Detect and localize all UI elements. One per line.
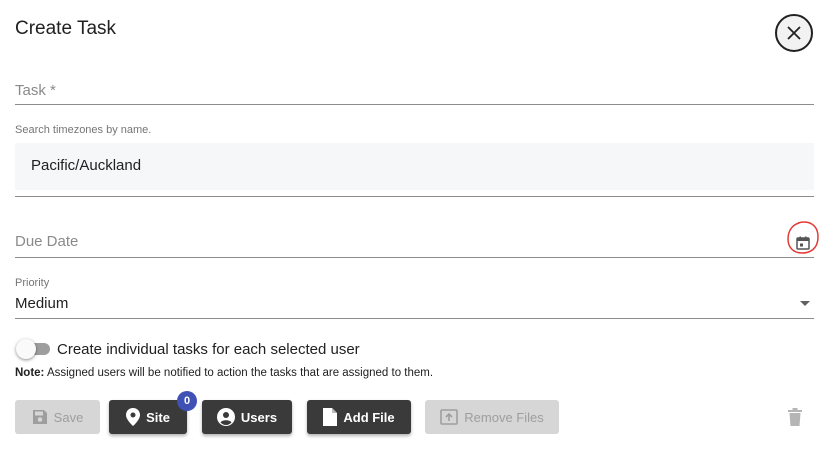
save-label: Save (53, 409, 84, 425)
dialog-title: Create Task (15, 18, 117, 39)
priority-value: Medium (15, 295, 69, 312)
location-pin-icon (126, 408, 141, 426)
delete-button[interactable] (788, 408, 802, 431)
chevron-down-icon (800, 301, 810, 306)
close-button[interactable] (775, 14, 813, 52)
add-file-button[interactable]: Add File (307, 400, 411, 434)
timezone-underline (15, 196, 814, 197)
users-label: Users (240, 409, 278, 425)
remove-files-button[interactable]: Remove Files (425, 400, 559, 434)
file-icon (323, 408, 338, 426)
timezone-value: Pacific/Auckland (31, 157, 142, 174)
user-circle-icon (216, 408, 235, 426)
task-underline (15, 104, 814, 105)
note-body: Assigned users will be notified to actio… (44, 367, 434, 379)
add-file-label: Add File (343, 409, 395, 425)
save-icon (32, 409, 48, 425)
close-icon (787, 26, 801, 40)
individual-tasks-toggle[interactable] (16, 339, 50, 359)
calendar-icon (796, 236, 810, 250)
save-button[interactable]: Save (15, 400, 100, 434)
remove-files-label: Remove Files (464, 409, 544, 425)
site-label: Site (146, 409, 170, 425)
due-date-underline (15, 257, 814, 258)
upload-box-icon (440, 409, 459, 425)
note-prefix: Note: (15, 367, 45, 379)
note-text: Note: Assigned users will be notified to… (15, 367, 433, 379)
trash-icon (788, 408, 802, 426)
timezone-helper-text: Search timezones by name. (15, 124, 152, 136)
users-button[interactable]: Users (202, 400, 292, 434)
toggle-thumb (16, 339, 36, 359)
due-date-label: Due Date (15, 233, 79, 250)
site-button[interactable]: Site (109, 400, 187, 434)
toggle-label: Create individual tasks for each selecte… (57, 341, 360, 358)
timezone-input[interactable]: Pacific/Auckland (15, 143, 814, 190)
calendar-button[interactable] (795, 235, 811, 251)
priority-label: Priority (15, 277, 50, 289)
task-label: Task * (15, 82, 56, 99)
priority-underline (15, 318, 814, 319)
site-count-badge: 0 (177, 391, 197, 411)
